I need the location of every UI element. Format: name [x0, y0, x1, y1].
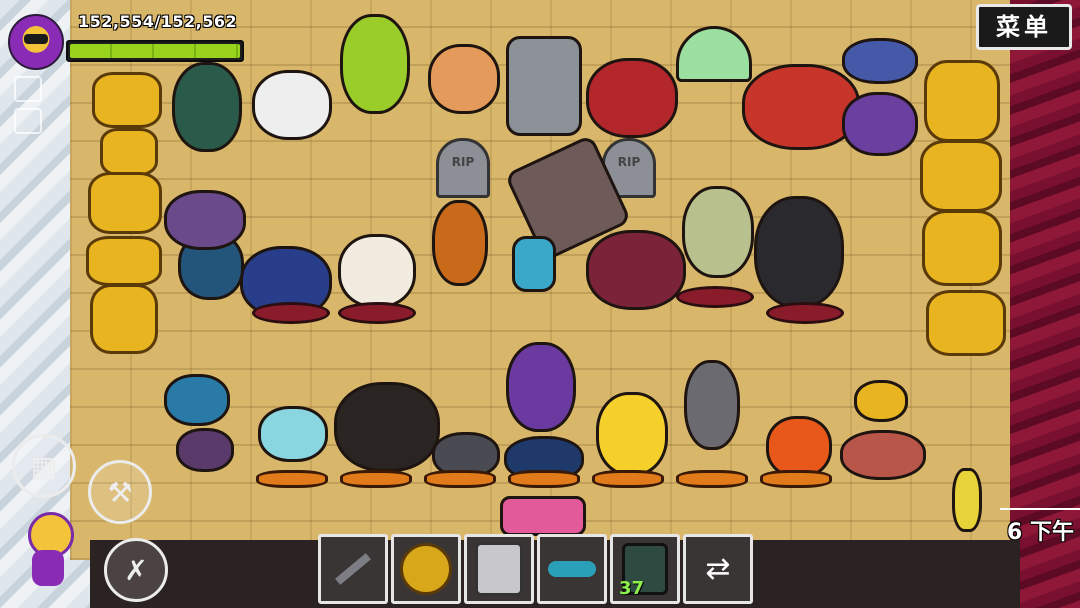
golden-trophy[interactable] — [92, 72, 162, 128]
creature-purple-tick[interactable] — [176, 428, 234, 472]
blueprint-icon: ▦ — [30, 449, 58, 483]
hammer-icon: ⚒ — [107, 475, 133, 509]
player-character[interactable] — [14, 512, 82, 592]
health-bar-fill — [70, 44, 240, 58]
game-world[interactable]: RIP RIP — [0, 0, 1080, 608]
blue-shell-creature[interactable] — [164, 374, 230, 426]
golden-totem[interactable] — [926, 290, 1006, 356]
player-statue[interactable] — [512, 236, 556, 292]
golden-totem[interactable] — [924, 60, 1000, 142]
buff-icon — [14, 76, 42, 102]
creature-red-crest[interactable] — [754, 196, 844, 308]
lamp-post[interactable] — [952, 468, 982, 532]
orange-planter[interactable] — [340, 470, 412, 488]
red-pedestal[interactable] — [338, 302, 416, 324]
orange-planter[interactable] — [676, 470, 748, 488]
golden-totem[interactable] — [922, 210, 1002, 286]
skull-icon — [14, 108, 42, 134]
red-flower-pot[interactable] — [840, 430, 926, 480]
visor-icon — [24, 34, 48, 44]
gravestone[interactable]: RIP — [436, 138, 490, 198]
item-count: 37 — [619, 578, 645, 599]
red-pedestal[interactable] — [676, 286, 754, 308]
hotbar-slot-5[interactable]: 37 — [610, 534, 680, 604]
orange-planter[interactable] — [592, 470, 664, 488]
creature-green-plant[interactable] — [340, 14, 410, 114]
red-pedestal[interactable] — [252, 302, 330, 324]
creature-white-cat[interactable] — [338, 234, 416, 308]
health-text: 152,554/152,562 — [78, 12, 238, 31]
creature-elephant[interactable] — [428, 44, 500, 114]
red-pedestal[interactable] — [766, 302, 844, 324]
hotbar-slot-4[interactable] — [537, 534, 607, 604]
creature-yellow-cat[interactable] — [596, 392, 668, 476]
gold-cauldron[interactable] — [854, 380, 908, 422]
purple-barrel[interactable] — [164, 190, 246, 250]
orange-planter[interactable] — [256, 470, 328, 488]
map-icon: ✗ — [124, 553, 148, 587]
creature-red-bird[interactable] — [258, 406, 328, 462]
furnace-machine[interactable] — [506, 36, 582, 136]
golden-trophy[interactable] — [86, 236, 162, 286]
creature-goat-trophy[interactable] — [252, 70, 332, 140]
build-button[interactable]: ▦ — [12, 434, 76, 498]
time-divider — [1000, 508, 1080, 510]
status-icons — [14, 76, 42, 140]
creature-dark-beast[interactable] — [334, 382, 440, 472]
creature-green-egg[interactable] — [682, 186, 754, 278]
boomerang-icon — [548, 561, 596, 577]
golden-shield-icon — [400, 543, 452, 595]
quest-map-button[interactable]: ✗ — [104, 538, 168, 602]
orange-planter[interactable] — [760, 470, 832, 488]
creature-orange-jelly[interactable] — [432, 200, 488, 286]
hotbar-slot-2[interactable] — [391, 534, 461, 604]
hotbar-slot-3[interactable] — [464, 534, 534, 604]
creature-maroon-beast[interactable] — [586, 230, 686, 310]
creature-grey-crystal[interactable] — [684, 360, 740, 450]
golden-trophy[interactable] — [100, 128, 158, 176]
time-of-day: 6 下午 — [1007, 520, 1074, 545]
creature-red-crab[interactable] — [742, 64, 860, 150]
creature-lava-blob[interactable] — [766, 416, 832, 478]
creature-purple-plant[interactable] — [506, 342, 576, 432]
silver-shield-icon — [475, 542, 523, 596]
creature-coral-tree[interactable] — [172, 62, 242, 152]
player-portrait — [8, 14, 64, 70]
golden-trophy[interactable] — [90, 284, 158, 354]
hotbar-slot-6[interactable]: ⇄ — [683, 534, 753, 604]
golden-totem[interactable] — [920, 140, 1002, 212]
player-body — [32, 550, 64, 586]
golden-trophy[interactable] — [88, 172, 162, 234]
creature-blue-crab[interactable] — [842, 38, 918, 84]
purple-eye-pod[interactable] — [842, 92, 918, 156]
spear-icon — [335, 553, 371, 585]
orange-planter[interactable] — [508, 470, 580, 488]
creature-red-brain[interactable] — [586, 58, 678, 138]
craft-button[interactable]: ⚒ — [88, 460, 152, 524]
hotbar: 37 ⇄ — [318, 534, 758, 604]
hotbar-slot-1[interactable] — [318, 534, 388, 604]
teleport-pad[interactable] — [500, 496, 586, 536]
menu-button[interactable]: 菜单 — [976, 4, 1072, 50]
health-bar — [66, 40, 244, 62]
swap-icon: ⇄ — [705, 551, 731, 587]
orange-planter[interactable] — [424, 470, 496, 488]
